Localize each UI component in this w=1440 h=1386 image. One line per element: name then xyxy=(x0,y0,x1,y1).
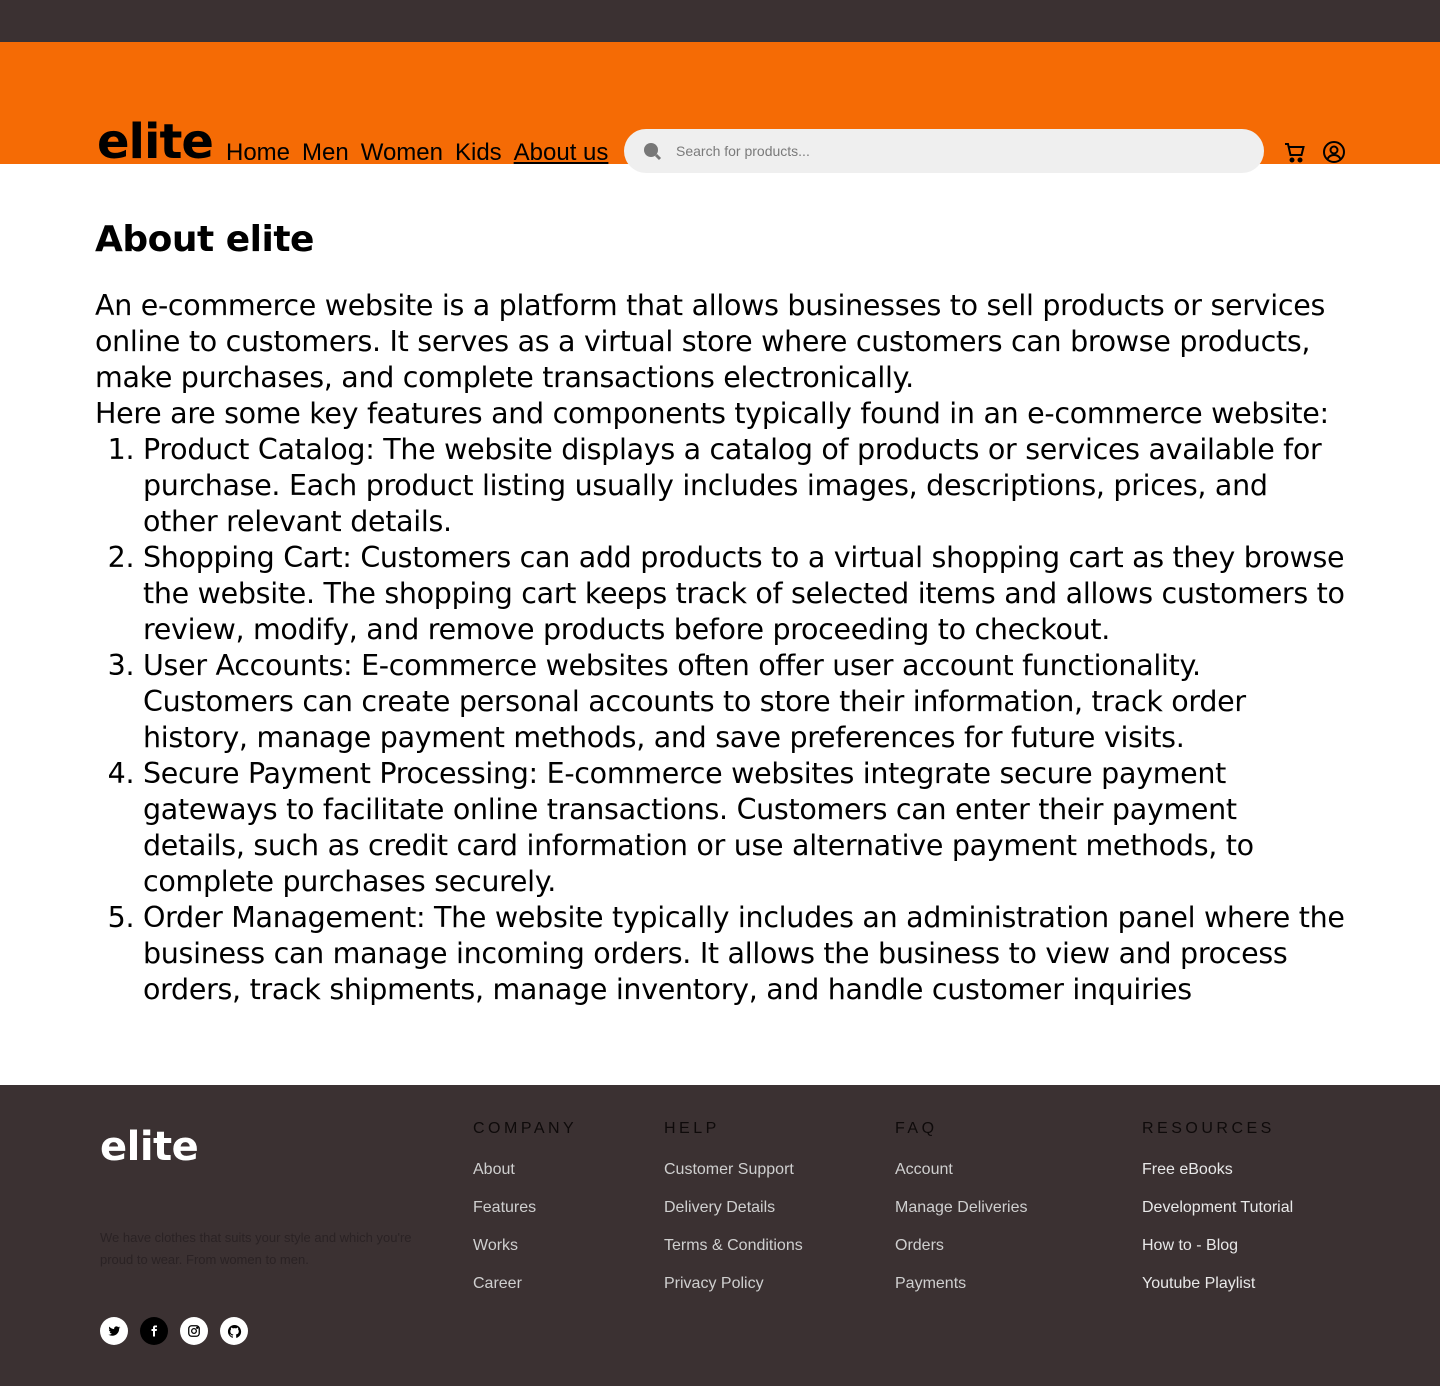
main-nav: Home Men Women Kids About us xyxy=(226,138,620,168)
footer-logo[interactable]: elite xyxy=(100,1125,199,1169)
footer-link[interactable]: Development Tutorial xyxy=(1142,1198,1293,1218)
brand-logo[interactable]: elite xyxy=(97,118,214,166)
footer-column-title: FAQ xyxy=(895,1120,938,1137)
lead-text: Here are some key features and component… xyxy=(95,397,1329,430)
site-footer: elite We have clothes that suits your st… xyxy=(0,1085,1440,1386)
footer-column-title: COMPANY xyxy=(473,1120,578,1137)
page-title: About elite xyxy=(95,219,314,260)
footer-column-help: HELP Customer Support Delivery Details T… xyxy=(664,1120,803,1312)
footer-link[interactable]: Free eBooks xyxy=(1142,1160,1293,1180)
footer-link[interactable]: Customer Support xyxy=(664,1160,803,1180)
cart-icon[interactable] xyxy=(1283,140,1307,164)
footer-link[interactable]: Orders xyxy=(895,1236,1028,1256)
footer-link[interactable]: Delivery Details xyxy=(664,1198,803,1218)
footer-column-resources: RESOURCES Free eBooks Development Tutori… xyxy=(1142,1120,1293,1312)
social-links xyxy=(100,1317,248,1345)
footer-link[interactable]: About xyxy=(473,1160,577,1180)
intro-text: An e-commerce website is a platform that… xyxy=(95,289,1326,394)
footer-link[interactable]: Career xyxy=(473,1274,577,1294)
nav-women[interactable]: Women xyxy=(361,138,443,168)
feature-item: Product Catalog: The website displays a … xyxy=(143,432,1345,540)
footer-tagline: We have clothes that suits your style an… xyxy=(100,1230,412,1267)
nav-men[interactable]: Men xyxy=(302,138,349,168)
instagram-icon[interactable] xyxy=(180,1317,208,1345)
nav-about-us[interactable]: About us xyxy=(514,138,609,168)
about-content: An e-commerce website is a platform that… xyxy=(95,288,1345,1008)
site-header: elite Home Men Women Kids About us xyxy=(0,42,1440,173)
footer-link[interactable]: Account xyxy=(895,1160,1028,1180)
search-icon xyxy=(642,141,662,161)
nav-home[interactable]: Home xyxy=(226,138,290,168)
footer-column-title: HELP xyxy=(664,1120,720,1137)
footer-column-faq: FAQ Account Manage Deliveries Orders Pay… xyxy=(895,1120,1028,1312)
footer-link[interactable]: How to - Blog xyxy=(1142,1236,1293,1256)
footer-link[interactable]: Terms & Conditions xyxy=(664,1236,803,1256)
nav-kids[interactable]: Kids xyxy=(455,138,502,168)
feature-item: Secure Payment Processing: E-commerce we… xyxy=(143,756,1345,900)
github-icon[interactable] xyxy=(220,1317,248,1345)
footer-column-title: RESOURCES xyxy=(1142,1120,1275,1137)
footer-link[interactable]: Youtube Playlist xyxy=(1142,1274,1293,1294)
top-bar xyxy=(0,0,1440,42)
footer-link[interactable]: Features xyxy=(473,1198,577,1218)
feature-item: Order Management: The website typically … xyxy=(143,900,1345,1008)
footer-column-company: COMPANY About Features Works Career xyxy=(473,1120,577,1312)
footer-link[interactable]: Manage Deliveries xyxy=(895,1198,1028,1218)
footer-link[interactable]: Works xyxy=(473,1236,577,1256)
twitter-icon[interactable] xyxy=(100,1317,128,1345)
search-bar xyxy=(624,129,1264,173)
user-account-icon[interactable] xyxy=(1322,140,1346,164)
feature-item: Shopping Cart: Customers can add product… xyxy=(143,540,1345,648)
feature-item: User Accounts: E-commerce websites often… xyxy=(143,648,1345,756)
footer-link[interactable]: Privacy Policy xyxy=(664,1274,803,1294)
search-input[interactable] xyxy=(674,142,1238,160)
feature-list: Product Catalog: The website displays a … xyxy=(95,432,1345,1008)
footer-link[interactable]: Payments xyxy=(895,1274,1028,1294)
facebook-icon[interactable] xyxy=(140,1317,168,1345)
